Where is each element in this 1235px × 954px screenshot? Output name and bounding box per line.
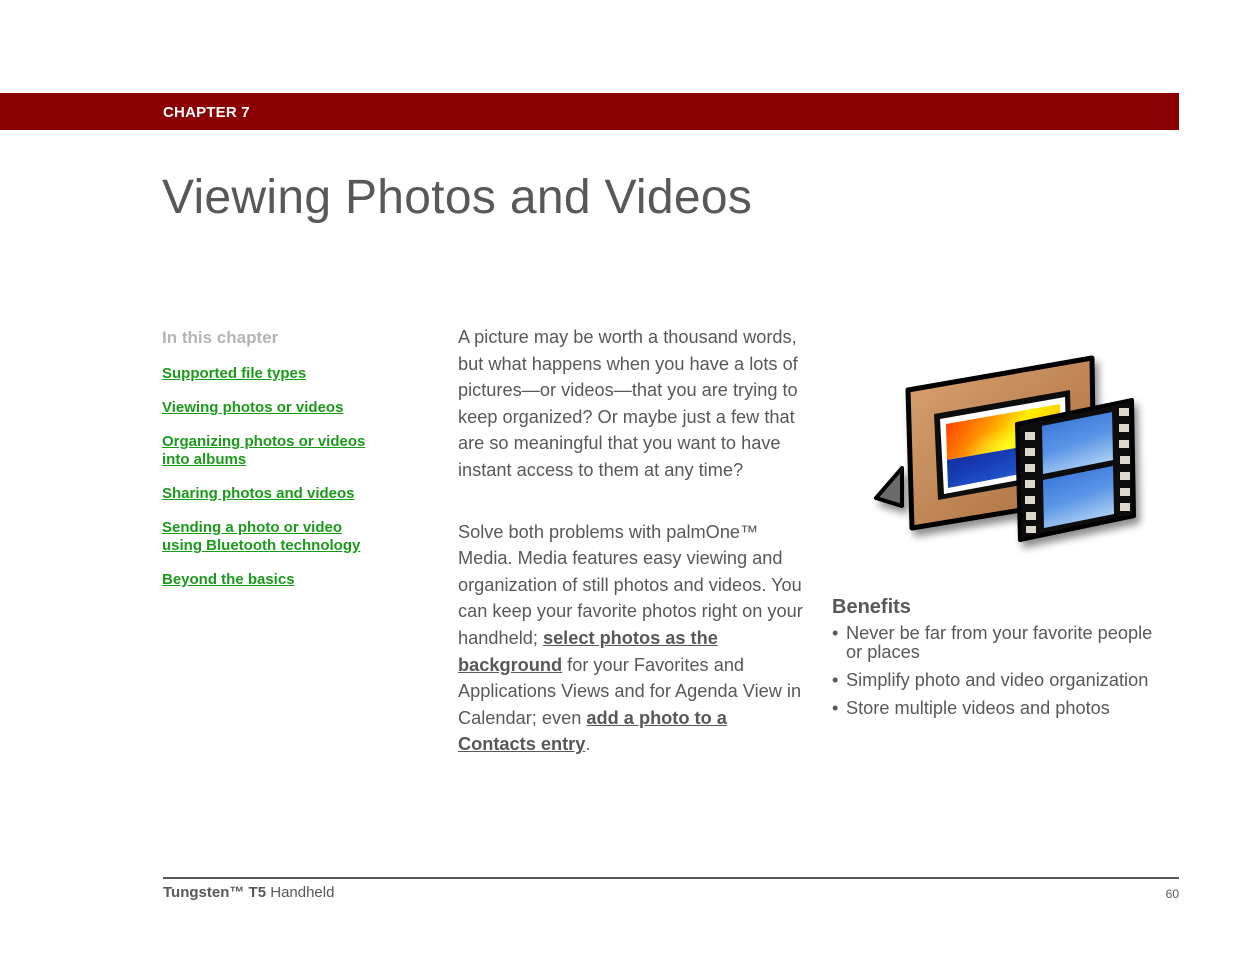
page-title: Viewing Photos and Videos — [162, 171, 753, 224]
intro-paragraph-1: A picture may be worth a thousand words,… — [458, 327, 798, 480]
toc-item: Sending a photo or video using Bluetooth… — [162, 519, 422, 555]
toc-link-beyond-basics[interactable]: Beyond the basics — [162, 571, 295, 588]
toc-link-viewing-photos[interactable]: Viewing photos or videos — [162, 399, 343, 416]
chapter-toc: In this chapter Supported file types Vie… — [162, 327, 422, 605]
benefit-text: Never be far from your favorite people o… — [846, 623, 1153, 662]
footer-product-type: Handheld — [266, 884, 335, 901]
bullet-icon: • — [832, 670, 839, 690]
bullet-icon: • — [832, 623, 839, 643]
toc-link-supported-file-types[interactable]: Supported file types — [162, 365, 306, 382]
benefits-list: • Never be far from your favorite people… — [832, 624, 1162, 718]
toc-item: Sharing photos and videos — [162, 485, 422, 503]
chapter-band: CHAPTER 7 — [0, 93, 1179, 130]
benefit-text: Simplify photo and video organization — [846, 670, 1149, 690]
toc-link-organizing-albums[interactable]: Organizing photos or videos into albums — [162, 433, 365, 468]
footer-brand: Tungsten™ T5 — [163, 884, 267, 901]
benefit-item: • Store multiple videos and photos — [832, 699, 1162, 718]
page-number: 60 — [1165, 887, 1179, 901]
benefit-item: • Simplify photo and video organization — [832, 671, 1162, 690]
toc-link-sharing[interactable]: Sharing photos and videos — [162, 485, 355, 502]
toc-heading: In this chapter — [162, 328, 279, 347]
toc-item: Beyond the basics — [162, 571, 422, 589]
intro-text: A picture may be worth a thousand words,… — [458, 324, 808, 793]
intro-paragraph-2: Solve both problems with palmOne™ Media.… — [458, 519, 808, 758]
benefits-box: Benefits • Never be far from your favori… — [832, 594, 1162, 727]
toc-item: Organizing photos or videos into albums — [162, 433, 422, 469]
benefits-heading: Benefits — [832, 596, 911, 618]
toc-item: Viewing photos or videos — [162, 399, 422, 417]
media-app-icon — [862, 348, 1152, 563]
benefit-text: Store multiple videos and photos — [846, 698, 1110, 718]
benefit-item: • Never be far from your favorite people… — [832, 624, 1162, 662]
toc-link-bluetooth[interactable]: Sending a photo or video using Bluetooth… — [162, 519, 360, 554]
toc-list: Supported file types Viewing photos or v… — [162, 365, 422, 589]
chapter-label: CHAPTER 7 — [163, 104, 250, 121]
footer-divider — [163, 877, 1179, 879]
bullet-icon: • — [832, 698, 839, 718]
toc-item: Supported file types — [162, 365, 422, 383]
footer-product: Tungsten™ T5 Handheld — [163, 884, 334, 901]
paragraph-text: . — [585, 734, 591, 755]
